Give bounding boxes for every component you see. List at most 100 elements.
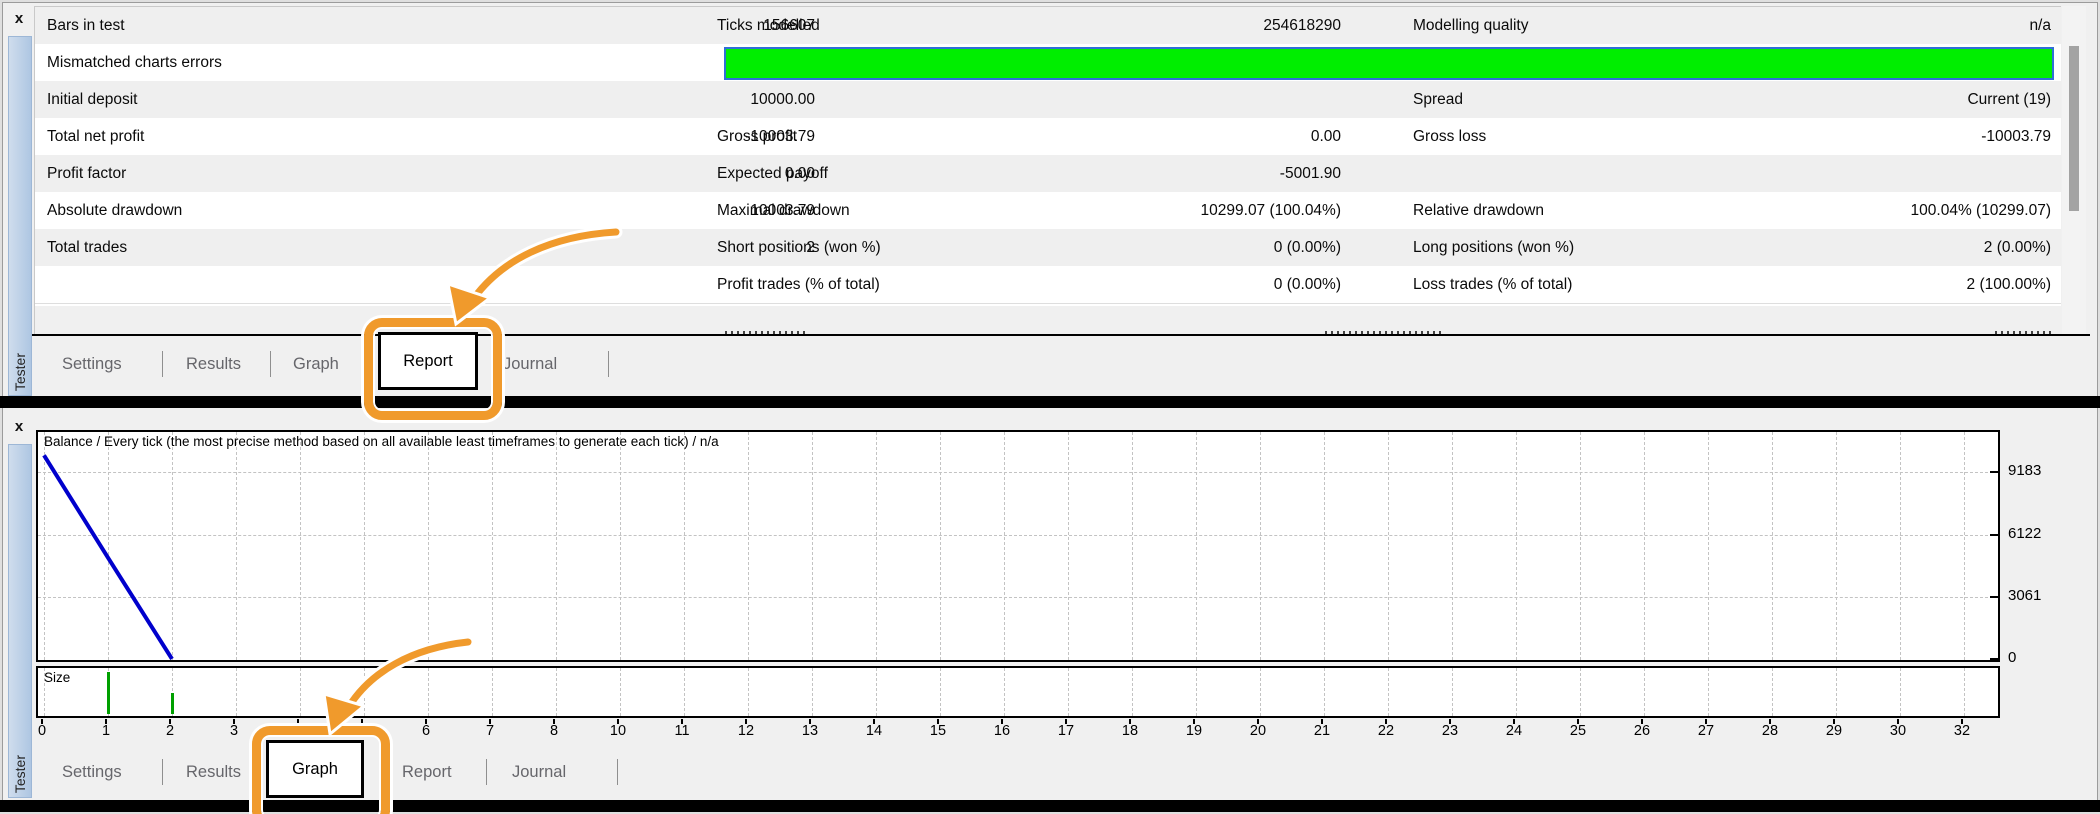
tab-journal[interactable]: Journal [503,336,557,392]
x-tick-label: 28 [1761,723,1779,739]
tab-settings[interactable]: Settings [62,336,122,392]
tab-separator [162,759,163,785]
tab-separator [617,759,618,785]
tab-report-active[interactable]: Report [378,332,478,390]
gridline [1580,668,1581,716]
chart-y-axis: 0 3061 6122 9183 [2008,430,2088,670]
stat-label: Loss trades (% of total) [1413,276,1573,293]
table-row: Profit trades (% of total) 0 (0.00%) Loss… [35,266,2061,304]
x-tick-label: 25 [1569,723,1587,739]
tab-settings[interactable]: Settings [62,744,122,800]
chart-title: Balance / Every tick (the most precise m… [44,434,719,449]
tester-rail-label: Tester [12,754,28,793]
x-tick-label: 30 [1889,723,1907,739]
x-tick-label: 13 [801,723,819,739]
modelling-quality-bar [724,47,2054,80]
tab-journal[interactable]: Journal [512,744,566,800]
x-tick-label: 7 [485,723,495,739]
gridline [1388,668,1389,716]
table-row: Mismatched charts errors120104 [35,44,2061,82]
gridline [364,668,365,716]
gridline [876,668,877,716]
stat-value: 254618290 [1263,17,1341,34]
scrollbar-thumb[interactable] [2069,46,2079,211]
stat-value: -10003.79 [1981,128,2051,145]
panel-divider [0,396,2100,408]
graph-panel-rail: x Tester [4,412,32,800]
x-tick-label: 1 [101,723,111,739]
report-table: Bars in test 156607 Ticks modelled 2546182… [34,6,2061,335]
stat-label: Total trades [47,239,128,256]
x-tick-label: 3 [229,723,239,739]
x-tick-label: 2 [165,723,175,739]
x-tick-label: 32 [1953,723,1971,739]
vertical-scrollbar[interactable] [2062,6,2086,334]
stat-label: Modelling quality [1413,17,1529,34]
y-tick-label: 3061 [2008,587,2042,605]
x-tick-label: 22 [1377,723,1395,739]
stat-value: 2 (0.00%) [1983,239,2051,256]
tab-results[interactable]: Results [186,744,241,800]
strategy-tester-screenshot: x Tester Bars in test 156607 Ticks modell… [0,0,2100,814]
stat-label: Total net profit [47,128,145,145]
tab-graph-active[interactable]: Graph [266,740,364,798]
x-tick-label: 29 [1825,723,1843,739]
report-panel-rail: x Tester [4,4,32,396]
gridline [1900,668,1901,716]
x-tick-label: 19 [1185,723,1203,739]
gridline [1964,668,1965,716]
stat-label: Short positions (won %) [717,239,881,256]
table-row: Profit factor 0.00 Expected payoff -5001.9… [35,155,2061,193]
stat-value: 0.00 [1310,128,1341,145]
size-chart-label: Size [44,670,71,685]
balance-line [42,454,174,660]
close-icon[interactable]: x [10,418,28,436]
report-panel-tabbar: Settings Results Graph Journal [32,336,2090,394]
y-tick-label: 6122 [2008,524,2042,542]
x-tick-label: 20 [1249,723,1267,739]
stat-value: 10000.00 [750,91,815,108]
x-tick-label: 23 [1441,723,1459,739]
stat-value: 10299.07 (100.04%) [1200,202,1341,219]
x-tick-label: 15 [929,723,947,739]
stat-label: Profit factor [47,165,127,182]
stat-value: 2 (100.00%) [1966,276,2051,293]
close-icon[interactable]: x [10,10,28,28]
gridline [1836,668,1837,716]
stat-value: 0 (0.00%) [1273,276,1341,293]
gridline [1772,668,1773,716]
stat-label: Spread [1413,91,1463,108]
x-tick-label: 8 [549,723,559,739]
gridline [428,668,429,716]
gridline [1708,668,1709,716]
size-chart: Size [36,666,2000,718]
tab-separator [608,351,609,377]
gridline [236,668,237,716]
tester-rail-bar[interactable]: Tester [8,36,32,396]
gridline [620,668,621,716]
stat-value: -5001.90 [1279,165,1341,182]
gridline [1196,668,1197,716]
gridline [940,668,941,716]
stat-label: Bars in test [47,17,125,34]
x-tick-label: 12 [737,723,755,739]
gridline [1132,668,1133,716]
tab-results[interactable]: Results [186,336,241,392]
tester-rail-bar[interactable]: Tester [8,444,32,798]
x-tick-label: 27 [1697,723,1715,739]
tab-report[interactable]: Report [402,744,452,800]
balance-chart: Balance / Every tick (the most precise m… [36,430,2000,662]
y-tick-label: 0 [2008,649,2017,666]
stat-label: Ticks modelled [717,17,820,34]
stat-label: Long positions (won %) [1413,239,1575,256]
table-row: Initial deposit 10000.00 Spread Current (1… [35,81,2061,119]
gridline [1644,668,1645,716]
gridline [812,668,813,716]
trade-size-bar [171,693,174,714]
tester-rail-label: Tester [12,352,28,391]
stat-label: Gross profit [717,128,798,145]
x-tick-label: 26 [1633,723,1651,739]
stat-label: Maximal drawdown [717,202,850,219]
tab-graph[interactable]: Graph [293,336,339,392]
gridline [1452,668,1453,716]
